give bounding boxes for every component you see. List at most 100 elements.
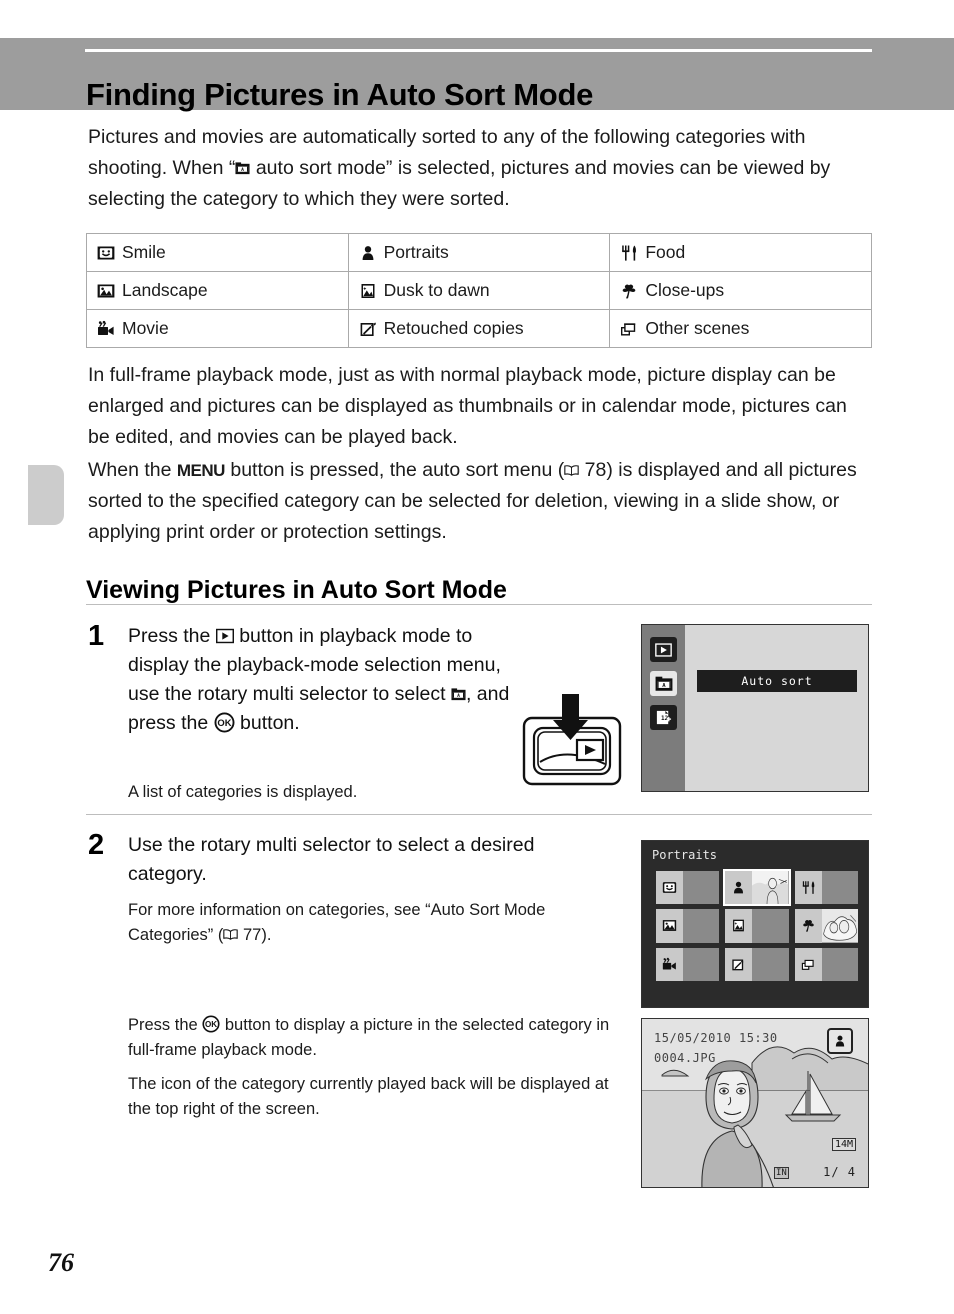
page-number: 76 [48,1248,74,1277]
screen2-cell-landscape[interactable] [656,909,720,943]
smile-icon [97,244,115,262]
screen1-auto-sort-icon[interactable]: A [650,671,677,696]
book-reference-icon [223,927,239,942]
dusk-to-dawn-icon [725,909,753,943]
table-row: Landscape Dusk to dawn Close-ups [86,271,872,310]
screen3-image-size-badge: 14M [831,1138,856,1151]
step1-text-a: Press the [128,625,216,647]
table-cell-close-ups: Close-ups [609,271,872,310]
portraits-icon [827,1028,853,1054]
step2-sub-a: For more information on categories, see … [128,901,546,944]
dusk-to-dawn-icon [359,282,377,300]
playback-button-illustration [521,690,629,788]
book-reference-icon [564,463,579,478]
table-cell-label: Landscape [122,280,208,300]
screen2-close-ups-thumbnail [821,909,858,943]
screen1-sort-by-date-icon[interactable]: 12 [650,705,677,730]
table-cell-dusk-to-dawn: Dusk to dawn [347,271,611,310]
svg-text:A: A [662,682,666,688]
food-icon [620,244,638,262]
table-cell-smile: Smile [86,233,349,272]
table-cell-retouched-copies: Retouched copies [347,309,611,348]
menu-button-label: MENU [176,461,226,480]
table-cell-portraits: Portraits [347,233,611,272]
header-rule [85,49,872,52]
screen2-category-grid [656,868,858,981]
screen1-playback-icon[interactable] [650,637,677,662]
movie-icon [656,947,683,981]
screen2-cell-portraits[interactable] [723,868,791,907]
auto-sort-icon: A [235,161,250,176]
table-row: Smile Portraits Food [86,233,872,272]
svg-text:OK: OK [205,1020,217,1029]
intro-paragraph: Pictures and movies are automatically so… [88,122,872,215]
table-cell-label: Other scenes [645,318,750,338]
playback-mode-selection-screen: A 12 Auto sort [641,624,869,792]
ok-button-icon: OK [214,712,235,733]
screen2-cell-movie[interactable] [656,947,720,981]
screen3-date-time: 15/05/2010 15:30 [654,1031,778,1045]
step-2-number: 2 [88,829,105,861]
section-heading: Viewing Pictures in Auto Sort Mode [86,575,507,604]
step-1-body: Press the button in playback mode to dis… [128,622,513,738]
food-icon [794,871,822,905]
step-1-number: 1 [88,620,105,652]
landscape-icon [656,909,683,943]
step-1-subtext: A list of categories is displayed. [128,783,358,801]
step-2-subtext-3: The icon of the category currently playe… [128,1075,609,1118]
close-ups-icon [794,909,822,943]
table-cell-landscape: Landscape [86,271,349,310]
table-cell-label: Smile [122,242,166,262]
step2-sub-ref: 77 [242,926,262,944]
close-ups-icon [620,282,638,300]
screen2-title: Portraits [652,848,718,862]
step2-sub-b: ). [261,926,272,944]
portraits-icon [359,244,377,262]
screen1-auto-sort-label[interactable]: Auto sort [697,670,857,692]
screen2-cell-other-scenes[interactable] [794,947,858,981]
retouched-copies-icon [359,320,377,338]
para3-before: When the [88,459,177,481]
screen2-cell-close-ups[interactable] [794,909,858,943]
step-2-subtext-2: Press the OK button to display a picture… [128,1013,628,1063]
svg-text:A: A [457,693,460,699]
ok-button-icon: OK [202,1015,220,1033]
playback-icon [215,627,234,645]
category-list-screen: Portraits [641,840,869,1008]
screen3-frame-counter: 1/ 4 [823,1165,856,1179]
portraits-icon [725,871,753,905]
full-frame-playback-screen: 15/05/2010 15:30 0004.JPG 14M 1/ 4 IN [641,1018,869,1188]
step-2-body: Use the rotary multi selector to select … [128,834,535,885]
table-cell-movie: Movie [86,309,349,348]
chapter-tab-marker [28,465,64,525]
screen2-cell-dusk-to-dawn[interactable] [725,909,789,943]
table-cell-label: Close-ups [645,280,725,300]
table-cell-food: Food [609,233,872,272]
table-cell-label: Portraits [383,242,449,262]
step1-text-d: button. [234,712,300,734]
auto-sort-icon: A [451,687,466,702]
smile-icon [656,871,683,905]
reference-page-number: 78 [584,459,607,481]
screen2-cell-retouched-copies[interactable] [725,947,789,981]
screen2-cell-smile[interactable] [656,871,720,905]
screen2-cell-food[interactable] [794,871,858,905]
paragraph-menu: When the MENU button is pressed, the aut… [88,455,872,548]
other-scenes-icon [620,320,638,338]
step-2-subtext: For more information on categories, see … [128,898,618,948]
table-cell-other-scenes: Other scenes [609,309,872,348]
movie-icon [97,320,115,338]
para3-after-menu: button is pressed, the auto sort menu ( [224,459,565,481]
landscape-icon [97,282,115,300]
section-divider [86,604,872,605]
svg-text:OK: OK [217,718,231,729]
screen3-filename: 0004.JPG [654,1051,716,1065]
page-title: Finding Pictures in Auto Sort Mode [86,76,594,112]
screen2-portraits-thumbnail [752,871,789,905]
other-scenes-icon [794,947,822,981]
screen3-battery-indicator: IN [774,1167,789,1179]
table-row: Movie Retouched copies Other scenes [86,309,872,348]
retouched-copies-icon [725,947,753,981]
table-cell-label: Retouched copies [383,318,524,338]
step-divider [86,814,872,815]
